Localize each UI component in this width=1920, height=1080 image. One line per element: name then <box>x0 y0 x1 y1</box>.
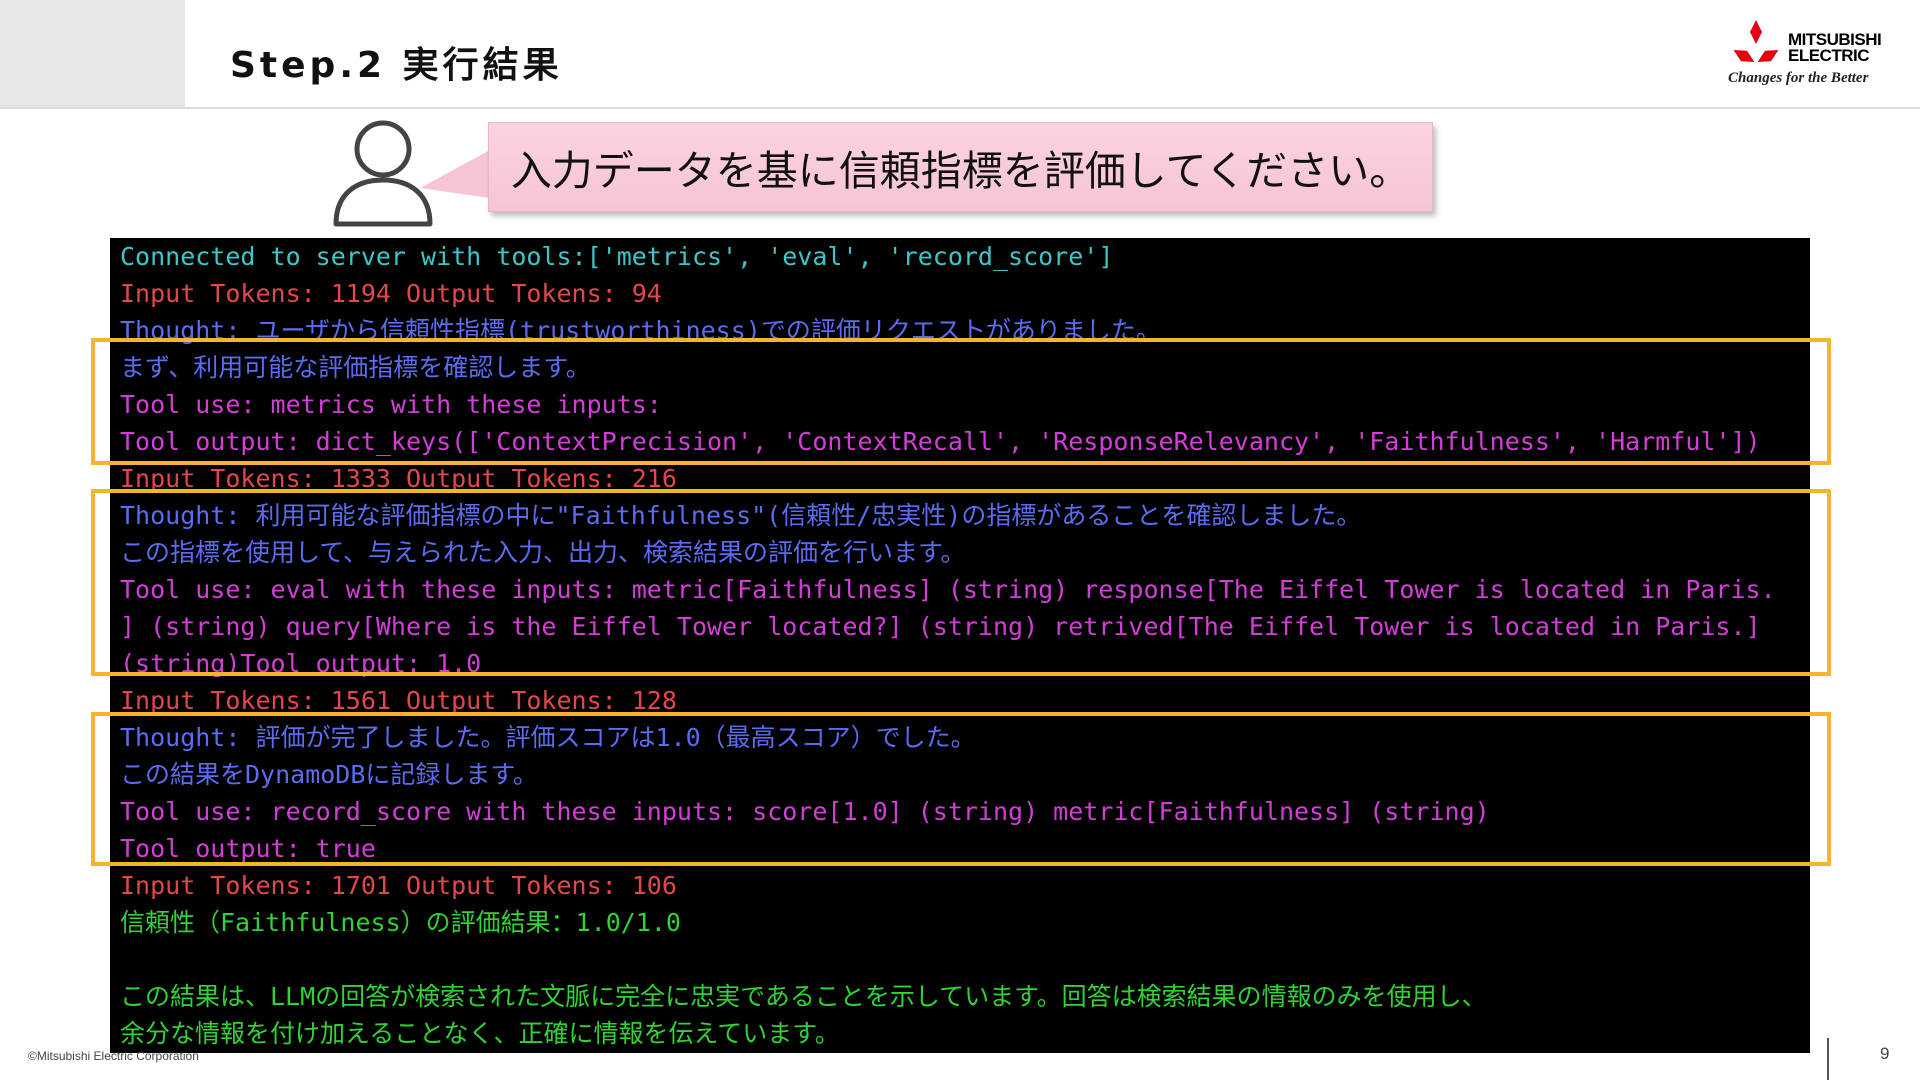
copyright: ©Mitsubishi Electric Corporation <box>28 1049 199 1063</box>
header-accent-block <box>0 0 185 108</box>
page-number-divider <box>1827 1038 1829 1080</box>
terminal-line: 信頼性（Faithfulness）の評価結果：1.0/1.0 <box>120 908 681 937</box>
slide-title: Step.2 実行結果 <box>230 45 563 86</box>
terminal-line: Connected to server with tools:['metrics… <box>120 242 1114 271</box>
logo-line-2: ELECTRIC <box>1788 46 1870 65</box>
prompt-text: 入力データを基に信頼指標を評価してください。 <box>510 147 1411 195</box>
terminal-line: 余分な情報を付け加えることなく、正確に情報を伝えています。 <box>120 1019 840 1048</box>
logo-wordmark: MITSUBISHI ELECTRIC <box>1788 31 1882 65</box>
company-logo: MITSUBISHI ELECTRIC Changes for the Bett… <box>1725 18 1895 90</box>
header-divider <box>0 107 1920 109</box>
terminal-line: Input Tokens: 1701 Output Tokens: 106 <box>120 871 677 900</box>
terminal-line: この結果は、LLMの回答が検索された文脈に完全に忠実であることを示しています。回… <box>120 982 1487 1011</box>
highlight-box-metrics <box>91 338 1831 465</box>
highlight-box-eval <box>91 489 1831 676</box>
page-number: 9 <box>1880 1044 1890 1063</box>
terminal-line: Input Tokens: 1194 Output Tokens: 94 <box>120 279 662 308</box>
speech-bubble: 入力データを基に信頼指標を評価してください。 <box>488 122 1433 212</box>
slide: Step.2 実行結果 MITSUBISHI ELECTRIC Changes … <box>0 0 1920 1080</box>
three-diamonds-icon <box>1733 20 1779 62</box>
highlight-box-record <box>91 712 1831 866</box>
logo-tagline: Changes for the Better <box>1728 70 1869 86</box>
